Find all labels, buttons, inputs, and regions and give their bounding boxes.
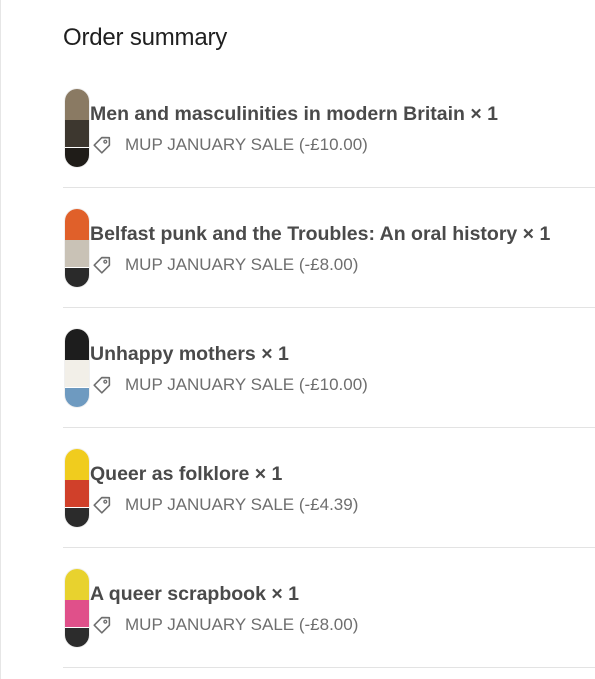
item-quantity: × 1 <box>470 103 498 125</box>
order-items-list: Men and masculinities in modern Britain … <box>63 68 595 668</box>
item-title: Belfast punk and the Troubles: An oral h… <box>90 223 550 246</box>
discount-label: MUP JANUARY SALE (-£4.39) <box>125 495 359 514</box>
book-cover-thumbnail <box>65 209 89 287</box>
item-name: A queer scrapbook <box>90 583 266 605</box>
discount-label: MUP JANUARY SALE (-£10.00) <box>125 135 368 154</box>
item-discount: MUP JANUARY SALE (-£8.00) <box>91 254 358 276</box>
discount-label: MUP JANUARY SALE (-£10.00) <box>125 375 368 394</box>
order-summary-title: Order summary <box>63 24 228 51</box>
item-quantity: × 1 <box>271 583 299 605</box>
tag-icon <box>93 616 111 634</box>
tag-icon <box>93 376 111 394</box>
item-quantity: × 1 <box>261 343 289 365</box>
item-title: Queer as folklore × 1 <box>90 463 282 486</box>
item-name: Men and masculinities in modern Britain <box>90 103 465 125</box>
order-item: Unhappy mothers × 1 MUP JANUARY SALE (-£… <box>63 308 595 428</box>
item-name: Queer as folklore <box>90 463 250 485</box>
order-item: Belfast punk and the Troubles: An oral h… <box>63 188 595 308</box>
item-quantity: × 1 <box>254 463 283 485</box>
book-cover-thumbnail <box>65 329 89 407</box>
discount-label: MUP JANUARY SALE (-£8.00) <box>125 615 359 634</box>
order-item: Men and masculinities in modern Britain … <box>63 68 595 188</box>
tag-icon <box>93 496 111 514</box>
item-discount: MUP JANUARY SALE (-£10.00) <box>91 134 368 156</box>
item-title: Men and masculinities in modern Britain … <box>90 103 498 126</box>
item-name: Belfast punk and the Troubles: An oral h… <box>90 223 518 245</box>
order-item: Queer as folklore × 1 MUP JANUARY SALE (… <box>63 428 595 548</box>
book-cover-thumbnail <box>65 449 89 527</box>
item-discount: MUP JANUARY SALE (-£10.00) <box>91 374 368 396</box>
tag-icon <box>93 256 111 274</box>
item-title: A queer scrapbook × 1 <box>90 583 299 606</box>
order-item: A queer scrapbook × 1 MUP JANUARY SALE (… <box>63 548 595 668</box>
order-summary-panel: Order summary Men and masculinities in m… <box>0 0 595 679</box>
item-title: Unhappy mothers × 1 <box>90 343 289 366</box>
item-quantity: × 1 <box>522 223 551 245</box>
book-cover-thumbnail <box>65 569 89 647</box>
item-discount: MUP JANUARY SALE (-£4.39) <box>91 494 358 516</box>
book-cover-thumbnail <box>65 89 89 167</box>
item-name: Unhappy mothers <box>90 343 256 365</box>
item-discount: MUP JANUARY SALE (-£8.00) <box>91 614 358 636</box>
tag-icon <box>93 136 111 154</box>
discount-label: MUP JANUARY SALE (-£8.00) <box>125 255 359 274</box>
